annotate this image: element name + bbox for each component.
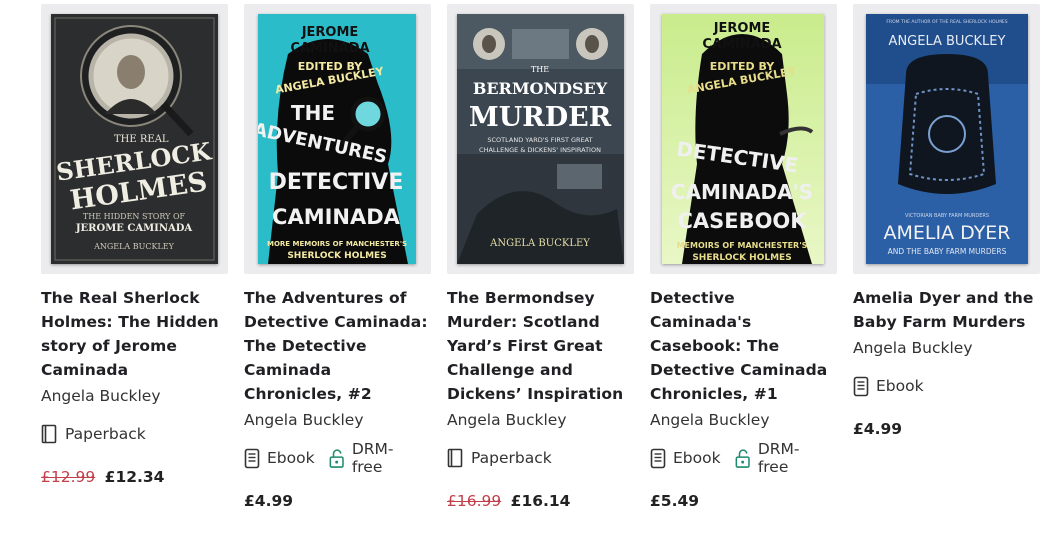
svg-text:MURDER: MURDER [469,102,612,133]
svg-text:CAMINADA: CAMINADA [290,41,369,56]
svg-text:CHALLENGE & DICKENS' INSPIRATI: CHALLENGE & DICKENS' INSPIRATION [479,146,601,154]
book-cover-frame[interactable]: THE BERMONDSEY MURDER SCOTLAND YARD'S FI… [447,4,634,274]
drm-label: DRM-free [351,440,394,476]
book-cover-image[interactable]: JEROME CAMINADA EDITED BY ANGELA BUCKLEY… [662,14,824,264]
book-title-link[interactable]: The Real Sherlock Holmes: The Hidden sto… [41,286,228,382]
book-icon [41,424,57,444]
original-price: £16.99 [447,492,502,510]
svg-text:DETECTIVE: DETECTIVE [269,170,404,195]
sale-price: £4.99 [244,492,294,510]
sale-price: £4.99 [853,420,903,438]
svg-text:CASEBOOK: CASEBOOK [677,209,807,233]
format-row: Paperback [41,422,228,446]
svg-text:JEROME: JEROME [301,25,359,40]
ebook-reader-icon [650,448,666,468]
book-cover-frame[interactable]: JEROME CAMINADA EDITED BY ANGELA BUCKLEY… [244,4,431,274]
svg-text:CAMINADA'S: CAMINADA'S [671,180,813,204]
price: £4.99 [853,420,1040,438]
price: £12.99 £12.34 [41,468,228,486]
sale-price: £12.34 [104,468,165,486]
book-card[interactable]: THE REAL SHERLOCK HOLMES THE HIDDEN STOR… [41,4,228,486]
svg-text:ANGELA BUCKLEY: ANGELA BUCKLEY [489,238,590,249]
format-paperback: Paperback [447,448,552,468]
book-card[interactable]: JEROME CAMINADA EDITED BY ANGELA BUCKLEY… [244,4,431,510]
svg-text:AMELIA DYER: AMELIA DYER [883,222,1010,244]
svg-text:THE: THE [531,65,549,74]
book-cover-frame[interactable]: FROM THE AUTHOR OF THE REAL SHERLOCK HOL… [853,4,1040,274]
svg-text:AND THE BABY FARM MURDERS: AND THE BABY FARM MURDERS [888,247,1007,256]
svg-text:JEROME CAMINADA: JEROME CAMINADA [75,223,193,234]
book-card[interactable]: JEROME CAMINADA EDITED BY ANGELA BUCKLEY… [650,4,837,510]
book-cover-image[interactable]: THE REAL SHERLOCK HOLMES THE HIDDEN STOR… [51,14,218,264]
price: £4.99 [244,492,431,510]
svg-text:SHERLOCK HOLMES: SHERLOCK HOLMES [692,253,791,263]
ebook-reader-icon [244,448,260,468]
book-cover-image[interactable]: JEROME CAMINADA EDITED BY ANGELA BUCKLEY… [258,14,416,264]
svg-text:CAMINADA: CAMINADA [702,37,781,52]
book-cover-image[interactable]: THE BERMONDSEY MURDER SCOTLAND YARD'S FI… [457,14,624,264]
format-paperback: Paperback [41,424,146,444]
format-label: Paperback [471,449,552,467]
svg-text:ANGELA BUCKLEY: ANGELA BUCKLEY [889,34,1006,49]
format-label: Paperback [65,425,146,443]
book-card[interactable]: THE BERMONDSEY MURDER SCOTLAND YARD'S FI… [447,4,634,510]
svg-text:JEROME: JEROME [713,21,771,36]
format-row: Paperback [447,446,634,470]
book-title-link[interactable]: Detective Caminada's Casebook: The Detec… [650,286,837,406]
book-author-link[interactable]: Angela Buckley [853,338,1040,358]
book-author-link[interactable]: Angela Buckley [447,410,634,430]
book-author-link[interactable]: Angela Buckley [41,386,228,406]
book-cover-frame[interactable]: JEROME CAMINADA EDITED BY ANGELA BUCKLEY… [650,4,837,274]
drm-free-badge: DRM-free [329,440,417,476]
book-cover-frame[interactable]: THE REAL SHERLOCK HOLMES THE HIDDEN STOR… [41,4,228,274]
book-title-link[interactable]: The Adventures of Detective Caminada: Th… [244,286,431,406]
drm-label: DRM-free [757,440,800,476]
book-icon [447,448,463,468]
book-author-link[interactable]: Angela Buckley [244,410,431,430]
format-ebook: Ebook [650,448,721,469]
format-label: Ebook [267,449,315,467]
svg-text:THE: THE [291,101,335,125]
format-row: Ebook DRM-free [244,440,431,476]
format-row: Ebook DRM-free [650,440,837,476]
unlocked-padlock-icon [329,448,344,468]
format-row: Ebook [853,374,1040,398]
price: £16.99 £16.14 [447,492,634,510]
format-label: Ebook [673,449,721,467]
price: £5.49 [650,492,837,510]
svg-text:FROM THE AUTHOR OF THE REAL SH: FROM THE AUTHOR OF THE REAL SHERLOCK HOL… [886,19,1007,25]
svg-text:THE HIDDEN STORY OF: THE HIDDEN STORY OF [83,212,186,221]
svg-text:BERMONDSEY: BERMONDSEY [473,79,608,98]
format-ebook: Ebook [853,376,924,397]
svg-text:VICTORIAN BABY FARM MURDERS: VICTORIAN BABY FARM MURDERS [905,213,989,219]
original-price: £12.99 [41,468,96,486]
svg-text:MEMOIRS OF MANCHESTER'S: MEMOIRS OF MANCHESTER'S [677,241,808,250]
format-label: Ebook [876,377,924,395]
book-author-link[interactable]: Angela Buckley [650,410,837,430]
drm-free-badge: DRM-free [735,440,823,476]
sale-price: £5.49 [650,492,700,510]
book-card[interactable]: FROM THE AUTHOR OF THE REAL SHERLOCK HOL… [853,4,1040,438]
svg-text:SHERLOCK HOLMES: SHERLOCK HOLMES [287,251,386,261]
ebook-reader-icon [853,376,869,396]
format-ebook: Ebook [244,448,315,469]
book-title-link[interactable]: Amelia Dyer and the Baby Farm Murders [853,286,1040,334]
book-cover-image[interactable]: FROM THE AUTHOR OF THE REAL SHERLOCK HOL… [866,14,1028,264]
svg-text:MORE MEMOIRS OF MANCHESTER'S: MORE MEMOIRS OF MANCHESTER'S [267,240,407,248]
sale-price: £16.14 [510,492,571,510]
svg-text:SCOTLAND YARD'S FIRST GREAT: SCOTLAND YARD'S FIRST GREAT [487,136,592,144]
book-title-link[interactable]: The Bermondsey Murder: Scotland Yard’s F… [447,286,634,406]
unlocked-padlock-icon [735,448,750,468]
svg-text:ANGELA BUCKLEY: ANGELA BUCKLEY [93,242,175,251]
svg-text:CAMINADA: CAMINADA [272,205,401,229]
